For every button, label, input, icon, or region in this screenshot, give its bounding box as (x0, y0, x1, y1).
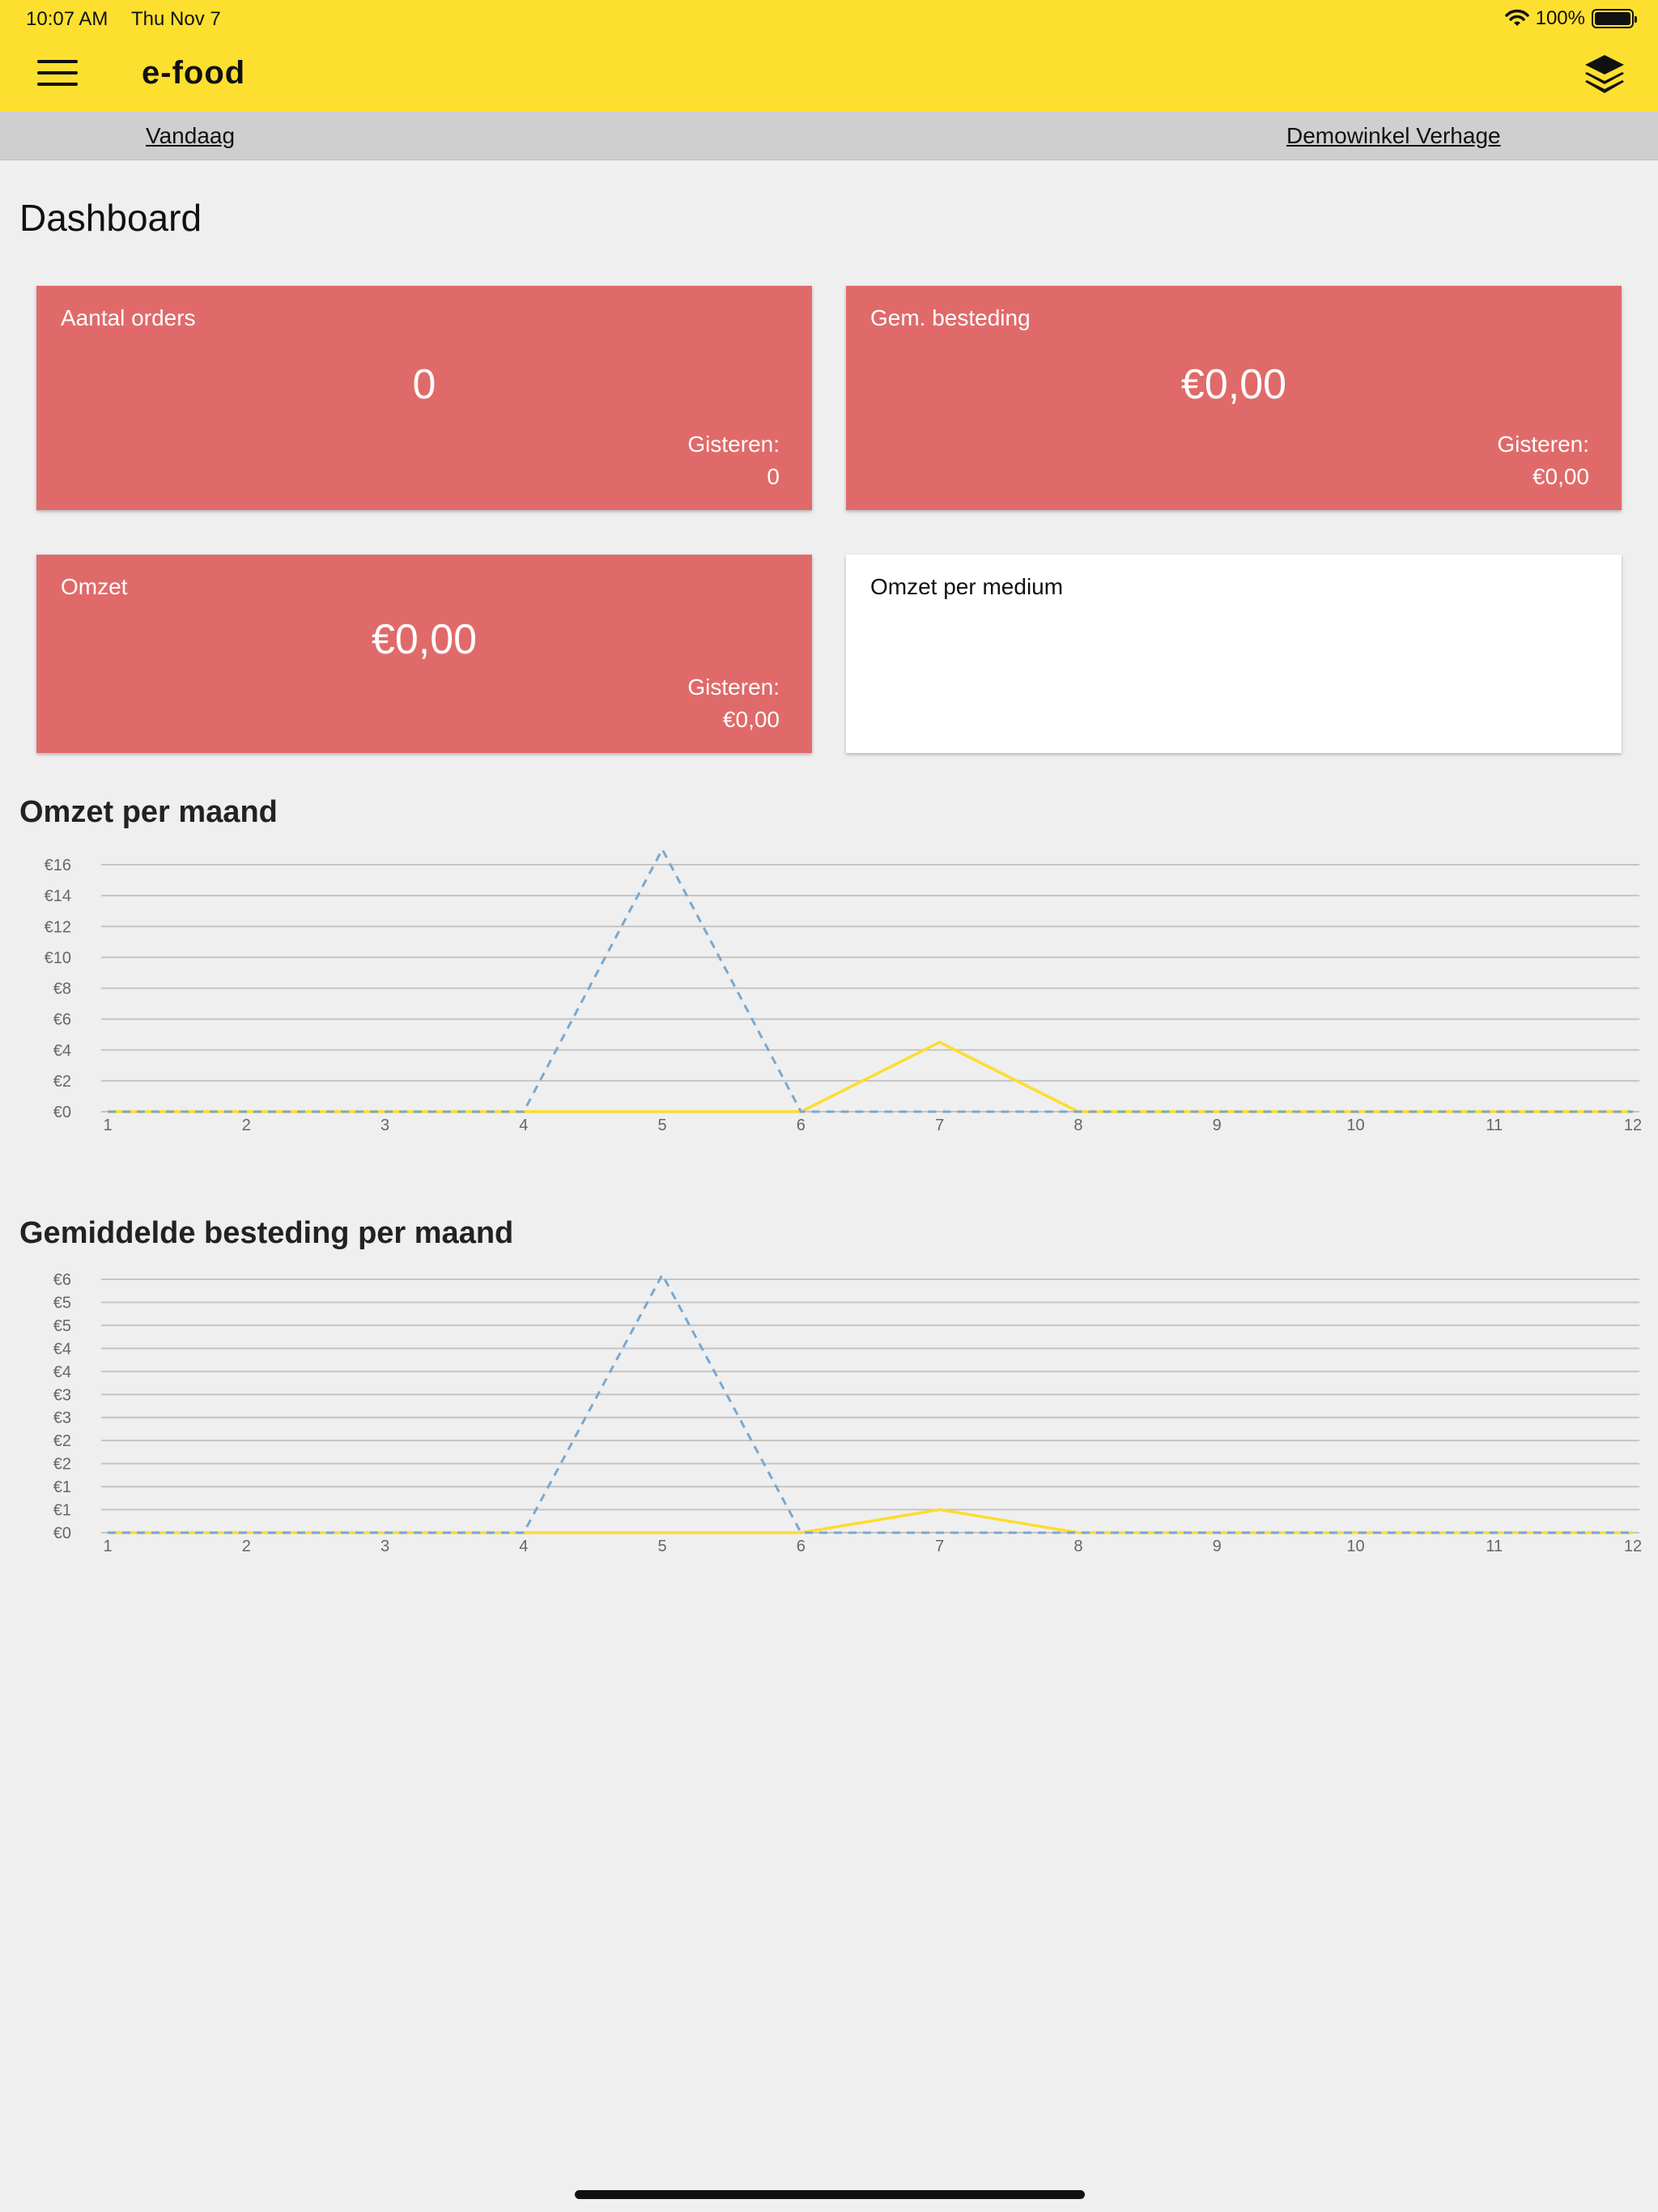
x-tick-label: 1 (103, 1117, 112, 1134)
x-tick-label: 5 (658, 1117, 667, 1134)
x-tick-label: 12 (1624, 1117, 1642, 1134)
y-tick-label: €5 (53, 1317, 71, 1335)
x-tick-label: 8 (1073, 1538, 1082, 1555)
x-tick-label: 6 (797, 1538, 806, 1555)
y-tick-label: €14 (45, 887, 71, 905)
orders-yesterday-value: 0 (767, 464, 780, 489)
revenue-yesterday-label: Gisteren: (687, 674, 780, 700)
y-tick-label: €10 (45, 949, 71, 967)
y-tick-label: €0 (53, 1525, 71, 1542)
today-link[interactable]: Vandaag (146, 123, 235, 149)
x-tick-label: 7 (935, 1538, 944, 1555)
series-line (108, 1272, 1633, 1534)
orders-value: 0 (412, 361, 436, 408)
status-date: Thu Nov 7 (131, 8, 221, 30)
x-tick-label: 5 (658, 1538, 667, 1555)
y-tick-label: €6 (53, 1011, 71, 1029)
y-tick-label: €1 (53, 1478, 71, 1496)
y-tick-label: €12 (45, 918, 71, 936)
x-tick-label: 1 (103, 1538, 112, 1555)
x-tick-label: 4 (519, 1538, 528, 1555)
x-tick-label: 11 (1486, 1117, 1503, 1134)
revenue-label: Omzet (61, 574, 128, 599)
monthly-avg-chart: €0€1€1€2€2€3€3€4€4€5€5€61 2 3 4 5 6 7 8 9 10 11 12 (53, 1271, 1642, 1555)
revenue-per-medium-label: Omzet per medium (870, 574, 1064, 599)
app-title: e-food (142, 55, 246, 91)
y-tick-label: €1 (53, 1502, 71, 1520)
hamburger-menu-icon[interactable] (37, 60, 78, 89)
sub-bar: Vandaag Demowinkel Verhage (0, 112, 1658, 160)
y-tick-label: €3 (53, 1410, 71, 1427)
wifi-icon (1504, 9, 1529, 26)
x-tick-label: 10 (1346, 1538, 1364, 1555)
revenue-value: €0,00 (371, 616, 478, 663)
avg-spend-label: Gem. besteding (870, 305, 1031, 330)
y-tick-label: €2 (53, 1432, 71, 1450)
home-indicator (575, 2190, 1085, 2199)
y-tick-label: €4 (53, 1042, 71, 1060)
monthly-revenue-title: Omzet per maand (19, 795, 278, 829)
revenue-per-medium-card: Omzet per medium (846, 555, 1622, 753)
x-tick-label: 4 (519, 1117, 528, 1134)
avg-spend-yesterday-value: €0,00 (1532, 464, 1589, 489)
y-tick-label: €0 (53, 1104, 71, 1121)
x-tick-label: 3 (380, 1538, 389, 1555)
layers-icon[interactable] (1582, 52, 1627, 97)
status-time: 10:07 AM (26, 8, 108, 30)
battery-percentage: 100% (1535, 7, 1585, 29)
y-tick-label: €3 (53, 1386, 71, 1404)
orders-label: Aantal orders (61, 305, 196, 330)
series-line (108, 1508, 1633, 1534)
x-tick-label: 9 (1213, 1538, 1222, 1555)
x-tick-label: 11 (1486, 1538, 1503, 1555)
orders-yesterday-label: Gisteren: (687, 432, 780, 457)
revenue-card: Omzet €0,00 Gisteren: €0,00 (36, 555, 812, 753)
y-tick-label: €2 (53, 1073, 71, 1091)
series-line (108, 1040, 1633, 1113)
store-link[interactable]: Demowinkel Verhage (1286, 123, 1501, 149)
app-bar: e-food (0, 39, 1658, 112)
revenue-yesterday-value: €0,00 (722, 707, 780, 732)
battery-icon (1592, 9, 1637, 28)
avg-spend-yesterday-label: Gisteren: (1497, 432, 1589, 457)
x-tick-label: 9 (1213, 1117, 1222, 1134)
status-bar: 10:07 AM Thu Nov 7 100% (0, 0, 1658, 39)
avg-spend-value: €0,00 (1180, 361, 1287, 408)
x-tick-label: 7 (935, 1117, 944, 1134)
status-right: 100% (1504, 7, 1637, 30)
x-tick-label: 3 (380, 1117, 389, 1134)
page-title: Dashboard (19, 197, 202, 239)
x-tick-label: 12 (1624, 1538, 1642, 1555)
x-tick-label: 2 (242, 1538, 251, 1555)
x-tick-label: 10 (1346, 1117, 1364, 1134)
x-tick-label: 2 (242, 1117, 251, 1134)
avg-spend-card: Gem. besteding €0,00 Gisteren: €0,00 (846, 286, 1622, 510)
y-tick-label: €16 (45, 857, 71, 874)
y-tick-label: €5 (53, 1294, 71, 1312)
y-tick-label: €6 (53, 1271, 71, 1289)
monthly-avg-title: Gemiddelde besteding per maand (19, 1216, 514, 1250)
series-line (108, 846, 1633, 1113)
orders-card: Aantal orders 0 Gisteren: 0 (36, 286, 812, 510)
y-tick-label: €4 (53, 1363, 71, 1381)
x-tick-label: 8 (1073, 1117, 1082, 1134)
y-tick-label: €8 (53, 981, 71, 998)
monthly-revenue-chart: €0€2€4€6€8€10€12€14€161 2 3 4 5 6 7 8 9 10 11 12 (45, 846, 1642, 1134)
x-tick-label: 6 (797, 1117, 806, 1134)
y-tick-label: €2 (53, 1456, 71, 1474)
y-tick-label: €4 (53, 1340, 71, 1358)
